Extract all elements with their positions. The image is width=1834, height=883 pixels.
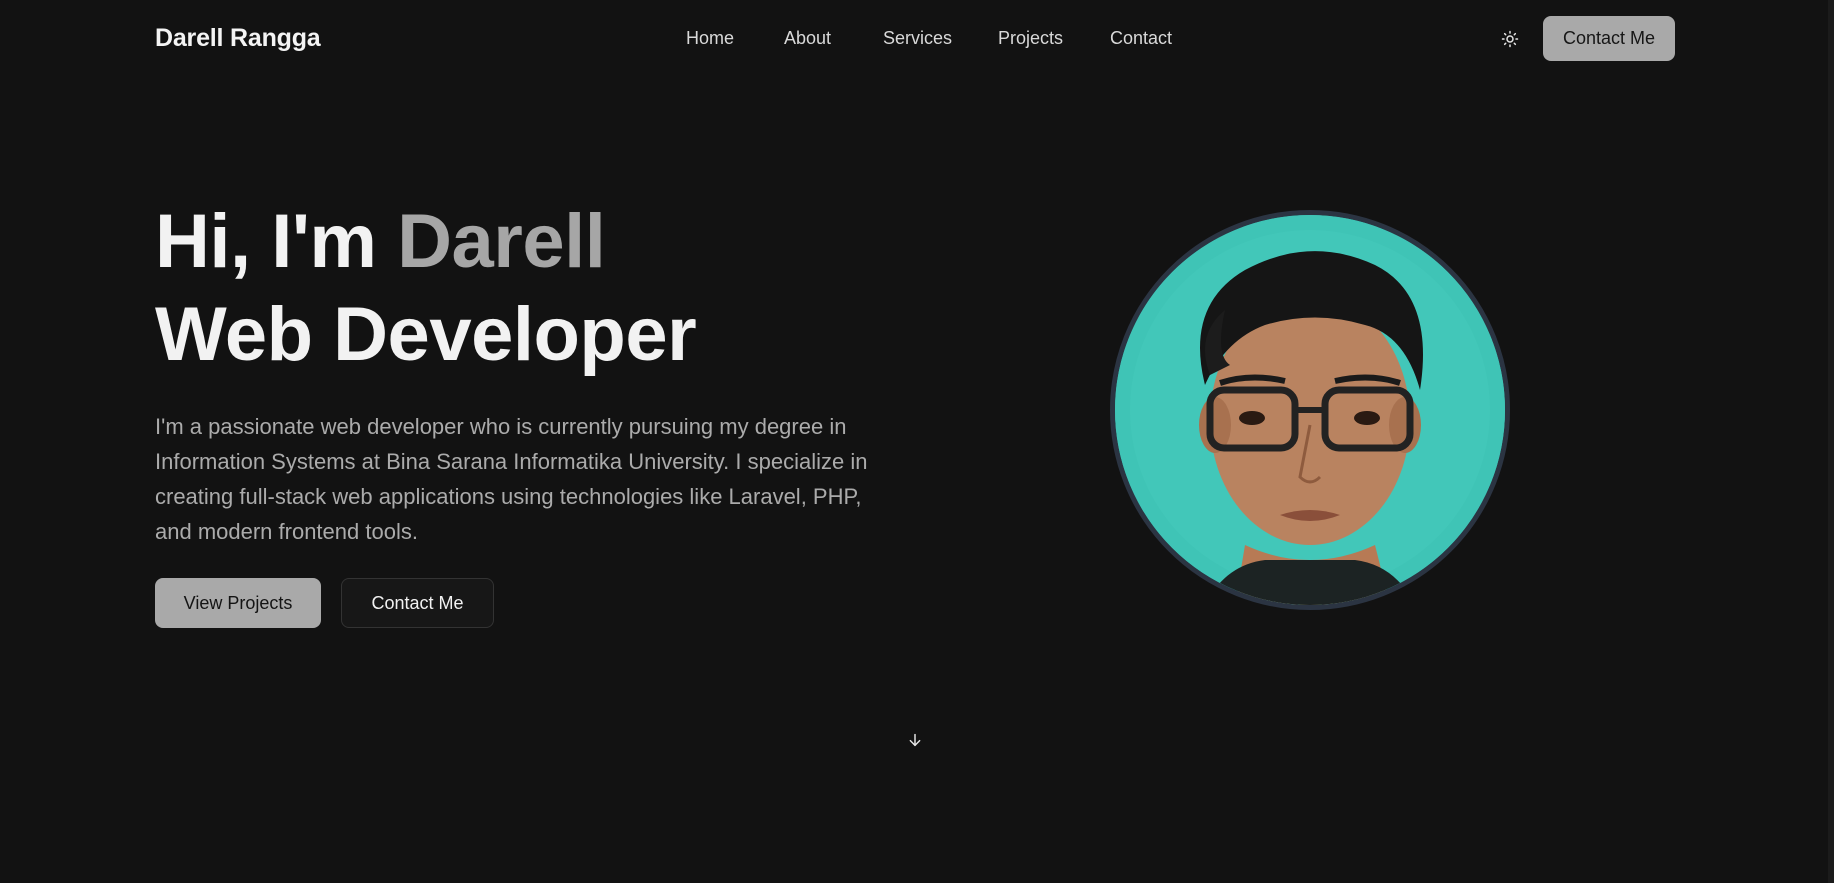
hero-greeting: Hi, I'm Darell xyxy=(155,199,606,284)
greeting-text: Hi, I'm xyxy=(155,199,398,284)
header-contact-button[interactable]: Contact Me xyxy=(1543,16,1675,61)
profile-avatar xyxy=(1110,210,1510,610)
nav-item-about[interactable]: About xyxy=(784,28,831,49)
nav-item-contact[interactable]: Contact xyxy=(1110,28,1172,49)
page: Darell Rangga Home About Services Projec… xyxy=(0,0,1834,883)
nav-item-home[interactable]: Home xyxy=(686,28,734,49)
nav-item-projects[interactable]: Projects xyxy=(998,28,1063,49)
view-projects-button[interactable]: View Projects xyxy=(155,578,321,628)
hero-description: I'm a passionate web developer who is cu… xyxy=(155,414,868,544)
theme-toggle-button[interactable] xyxy=(1497,26,1523,52)
scrollbar-track[interactable] xyxy=(1828,0,1834,883)
profile-portrait xyxy=(1115,215,1505,605)
sun-icon xyxy=(1501,30,1519,48)
hero-name: Darell xyxy=(397,199,606,284)
arrow-down-icon xyxy=(909,733,921,747)
hero-role: Web Developer xyxy=(155,292,697,377)
contact-me-button[interactable]: Contact Me xyxy=(341,578,494,628)
nav-item-services[interactable]: Services xyxy=(883,28,952,49)
scroll-down-button[interactable] xyxy=(905,730,925,750)
